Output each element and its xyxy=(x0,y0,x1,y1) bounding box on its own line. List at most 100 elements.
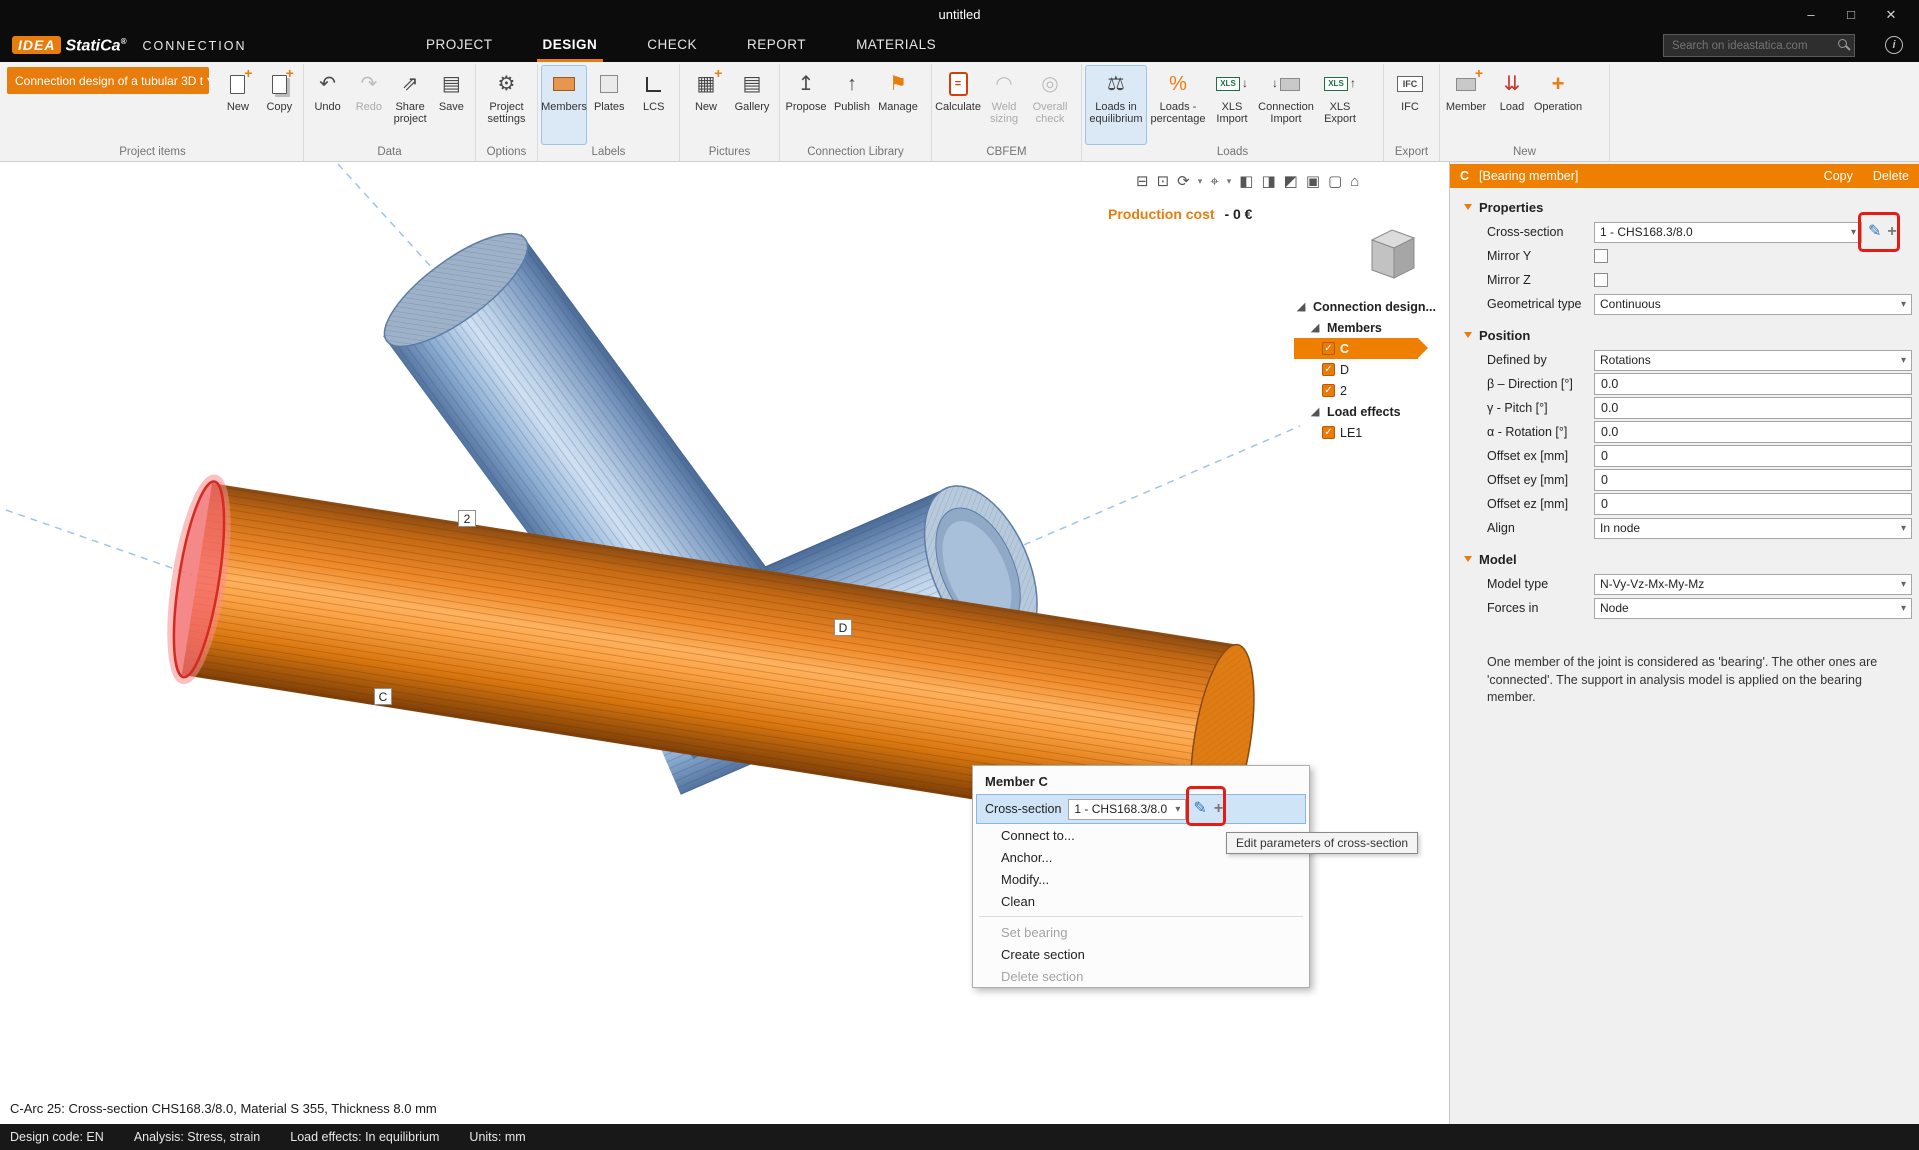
zoom-extents-icon[interactable]: ⊡ xyxy=(1157,172,1170,190)
copy-project-button[interactable]: + Copy xyxy=(259,65,300,145)
tree-item-member-2[interactable]: ✓ 2 xyxy=(1294,380,1446,401)
menu-item-clean[interactable]: Clean xyxy=(973,890,1309,912)
publish-button[interactable]: ↑ Publish xyxy=(829,65,875,145)
context-cross-section-row[interactable]: Cross-section 1 - CHS168.3/8.0 ▾ ✎ + xyxy=(976,794,1306,824)
ribbon-group-connection-library: ↥ Propose ↑ Publish ⚑ Manage Connection … xyxy=(780,64,932,161)
select-caret-icon[interactable]: ▾ xyxy=(1227,176,1232,187)
connection-import-button[interactable]: ↓ Connection Import xyxy=(1255,65,1317,145)
measure-icon[interactable]: ⊟ xyxy=(1136,172,1149,190)
member-label-d[interactable]: D xyxy=(834,619,852,636)
offset-ey-input[interactable] xyxy=(1594,469,1912,491)
ifc-export-button[interactable]: IFC IFC xyxy=(1387,65,1433,145)
mirror-y-checkbox[interactable] xyxy=(1594,249,1608,263)
offset-ex-input[interactable] xyxy=(1594,445,1912,467)
model-type-dropdown[interactable]: N-Vy-Vz-Mx-My-Mz ▾ xyxy=(1594,574,1912,595)
member-label-2[interactable]: 2 xyxy=(458,510,476,527)
alpha-rotation-input[interactable] xyxy=(1594,421,1912,443)
labels-lcs-toggle[interactable]: LCS xyxy=(632,65,677,145)
manage-button[interactable]: ⚑ Manage xyxy=(875,65,921,145)
checkbox-checked-icon[interactable]: ✓ xyxy=(1322,363,1335,376)
close-button[interactable]: ✕ xyxy=(1871,0,1911,29)
expander-icon[interactable] xyxy=(1311,407,1320,416)
propose-button[interactable]: ↥ Propose xyxy=(783,65,829,145)
save-button[interactable]: ▤ Save xyxy=(431,65,472,145)
overall-check-button[interactable]: ◎ Overall check xyxy=(1027,65,1073,145)
new-member-button[interactable]: + Member xyxy=(1443,65,1489,145)
rotate-caret-icon[interactable]: ▾ xyxy=(1198,176,1203,187)
maximize-button[interactable]: □ xyxy=(1831,0,1871,29)
solid-view-icon[interactable]: ▣ xyxy=(1306,172,1320,190)
calculate-button[interactable]: = Calculate xyxy=(935,65,981,145)
tree-item-member-d[interactable]: ✓ D xyxy=(1294,359,1446,380)
loads-equilibrium-toggle[interactable]: ⚖ Loads in equilibrium xyxy=(1085,65,1147,145)
new-picture-button[interactable]: ▦+ New xyxy=(683,65,729,145)
expander-icon[interactable] xyxy=(1311,323,1320,332)
expander-icon[interactable] xyxy=(1297,302,1306,311)
nav-cube[interactable] xyxy=(1357,222,1427,292)
chevron-down-icon xyxy=(1464,204,1472,210)
tab-report[interactable]: REPORT xyxy=(741,29,812,62)
home-view-icon[interactable]: ⌂ xyxy=(1350,173,1359,190)
forces-in-dropdown[interactable]: Node ▾ xyxy=(1594,598,1912,619)
info-icon[interactable]: i xyxy=(1885,36,1903,54)
tree-load-effects-group[interactable]: Load effects xyxy=(1294,401,1446,422)
3d-viewport[interactable]: 2 D C Production cost - 0 € ⊟ ⊡ ⟳ ▾ ⌖ ▾ … xyxy=(0,162,1449,1124)
context-cross-section-dropdown[interactable]: 1 - CHS168.3/8.0 ▾ xyxy=(1068,799,1186,820)
xls-export-button[interactable]: XLS↑ XLS Export xyxy=(1317,65,1363,145)
labels-members-toggle[interactable]: Members xyxy=(541,65,587,145)
tab-materials[interactable]: MATERIALS xyxy=(850,29,942,62)
member-label-c[interactable]: C xyxy=(374,688,392,705)
section-model[interactable]: Model xyxy=(1450,546,1919,572)
xls-import-button[interactable]: XLS↓ XLS Import xyxy=(1209,65,1255,145)
tab-design[interactable]: DESIGN xyxy=(537,29,604,62)
redo-button[interactable]: ↷ Redo xyxy=(348,65,389,145)
gamma-pitch-input[interactable] xyxy=(1594,397,1912,419)
beta-direction-input[interactable] xyxy=(1594,373,1912,395)
clip-y-icon[interactable]: ◨ xyxy=(1261,172,1275,190)
section-position[interactable]: Position xyxy=(1450,322,1919,348)
propose-icon: ↥ xyxy=(798,69,815,99)
menu-item-modify[interactable]: Modify... xyxy=(973,868,1309,890)
field-mirror-z: Mirror Z xyxy=(1450,268,1919,292)
checkbox-checked-icon[interactable]: ✓ xyxy=(1322,426,1335,439)
tree-item-member-c[interactable]: ✓ C xyxy=(1294,338,1418,359)
clip-z-icon[interactable]: ◩ xyxy=(1284,172,1298,190)
menu-item-delete-section[interactable]: Delete section xyxy=(973,965,1309,987)
tree-members-group[interactable]: Members xyxy=(1294,317,1446,338)
panel-copy-button[interactable]: Copy xyxy=(1824,169,1853,183)
menu-item-set-bearing[interactable]: Set bearing xyxy=(973,921,1309,943)
cross-section-dropdown[interactable]: 1 - CHS168.3/8.0 ▾ xyxy=(1594,222,1862,243)
rotate-view-icon[interactable]: ⟳ xyxy=(1177,172,1190,190)
weld-sizing-button[interactable]: ◠ Weld sizing xyxy=(981,65,1027,145)
search-input[interactable] xyxy=(1663,34,1855,57)
section-properties[interactable]: Properties xyxy=(1450,194,1919,220)
geometrical-type-dropdown[interactable]: Continuous ▾ xyxy=(1594,294,1912,315)
new-operation-button[interactable]: + Operation xyxy=(1535,65,1581,145)
defined-by-dropdown[interactable]: Rotations ▾ xyxy=(1594,350,1912,371)
checkbox-checked-icon[interactable]: ✓ xyxy=(1322,384,1335,397)
new-load-button[interactable]: ⇊ Load xyxy=(1489,65,1535,145)
connection-icon xyxy=(1280,78,1300,91)
tree-item-le1[interactable]: ✓ LE1 xyxy=(1294,422,1446,443)
wireframe-view-icon[interactable]: ▢ xyxy=(1328,172,1342,190)
undo-button[interactable]: ↶ Undo xyxy=(307,65,348,145)
tab-project[interactable]: PROJECT xyxy=(420,29,499,62)
checkbox-checked-icon[interactable]: ✓ xyxy=(1322,342,1335,355)
labels-plates-toggle[interactable]: Plates xyxy=(587,65,632,145)
tree-root[interactable]: Connection design... xyxy=(1294,296,1446,317)
project-settings-button[interactable]: ⚙ Project settings xyxy=(479,65,534,145)
offset-ez-input[interactable] xyxy=(1594,493,1912,515)
menu-item-create-section[interactable]: Create section xyxy=(973,943,1309,965)
loads-percentage-button[interactable]: % Loads - percentage xyxy=(1147,65,1209,145)
new-project-button[interactable]: + New xyxy=(217,65,258,145)
mirror-z-checkbox[interactable] xyxy=(1594,273,1608,287)
project-selector[interactable]: Connection design of a tubular 3D t ▾ xyxy=(7,67,209,94)
minimize-button[interactable]: – xyxy=(1791,0,1831,29)
share-project-button[interactable]: ⇗ Share project xyxy=(390,65,431,145)
gallery-button[interactable]: ▤ Gallery xyxy=(729,65,775,145)
align-dropdown[interactable]: In node ▾ xyxy=(1594,518,1912,539)
clip-x-icon[interactable]: ◧ xyxy=(1239,172,1253,190)
tab-check[interactable]: CHECK xyxy=(641,29,703,62)
select-mode-icon[interactable]: ⌖ xyxy=(1210,173,1218,190)
panel-delete-button[interactable]: Delete xyxy=(1873,169,1909,183)
